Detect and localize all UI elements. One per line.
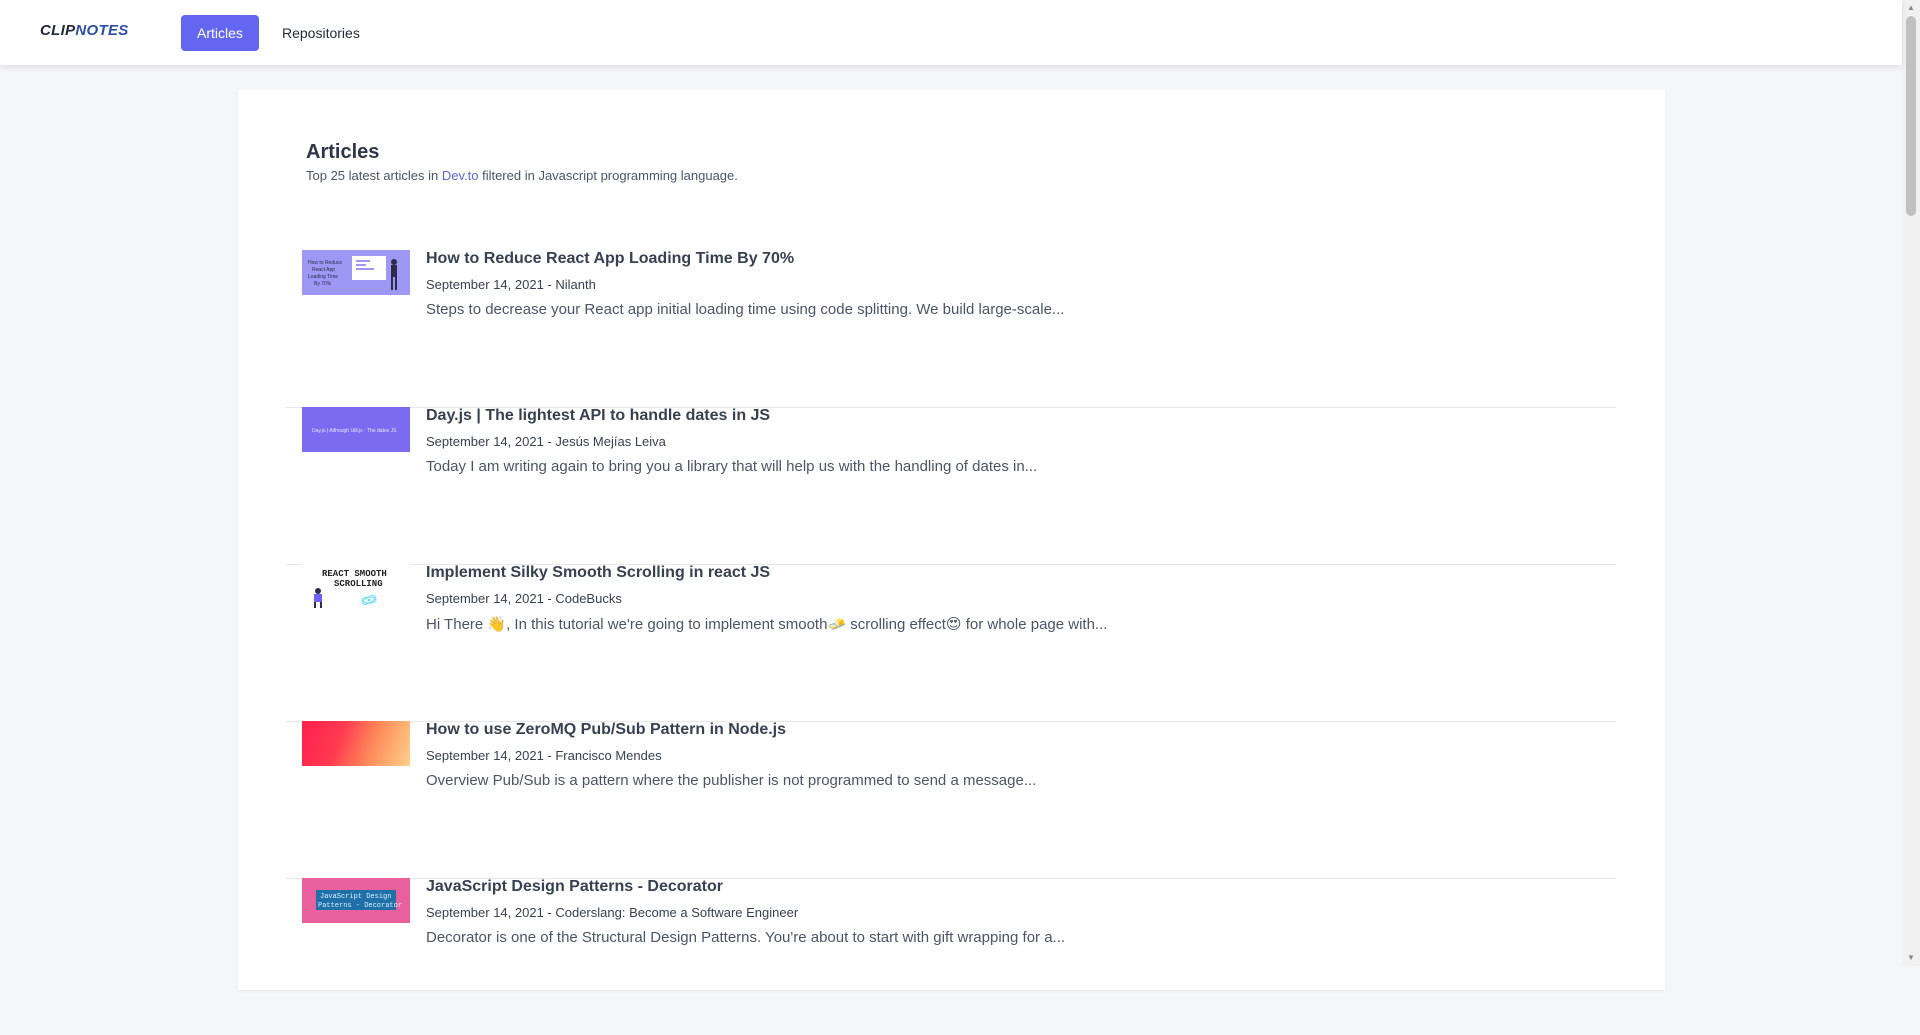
svg-text:Loading Time: Loading Time	[308, 274, 338, 280]
subtitle-text-pre: Top 25 latest articles in	[306, 168, 442, 183]
article-thumbnail[interactable]: JavaScript Design Patterns - Decorator	[302, 878, 410, 923]
scroll-down-icon[interactable]: ▼	[1902, 950, 1920, 966]
article-title[interactable]: Implement Silky Smooth Scrolling in reac…	[426, 564, 770, 582]
page-title: Articles	[306, 141, 380, 163]
top-navbar: CLIPNOTES Articles Repositories	[0, 0, 1902, 65]
article-meta: September 14, 2021 - Coderslang: Become …	[426, 905, 799, 920]
thumbnail-illustration: Day.js | Although Util.js · The dates JS	[302, 407, 410, 452]
svg-text:REACT SMOOTH: REACT SMOOTH	[322, 569, 387, 579]
article-title[interactable]: Day.js | The lightest API to handle date…	[426, 407, 770, 425]
scroll-up-icon[interactable]: ▲	[1902, 0, 1920, 16]
scrollbar-thumb[interactable]	[1906, 16, 1916, 216]
page-scrollbar[interactable]: ▲ ▼	[1902, 0, 1920, 966]
article-meta: September 14, 2021 - Francisco Mendes	[426, 748, 662, 763]
page-subtitle: Top 25 latest articles in Dev.to filtere…	[306, 168, 738, 183]
article-description: Decorator is one of the Structural Desig…	[426, 929, 1066, 946]
article-thumbnail[interactable]	[302, 721, 410, 766]
article-meta: September 14, 2021 - CodeBucks	[426, 591, 622, 606]
articles-card: Articles Top 25 latest articles in Dev.t…	[238, 90, 1665, 990]
svg-text:Patterns - Decorator: Patterns - Decorator	[318, 902, 402, 910]
article-description: Steps to decrease your React app initial…	[426, 301, 1065, 318]
thumbnail-illustration: JavaScript Design Patterns - Decorator	[302, 878, 410, 923]
brand-logo-part2: NOTES	[75, 22, 129, 39]
article-title[interactable]: JavaScript Design Patterns - Decorator	[426, 878, 723, 896]
svg-text:React App: React App	[312, 267, 335, 273]
nav-articles-button[interactable]: Articles	[181, 15, 259, 51]
brand-logo[interactable]: CLIPNOTES	[40, 22, 129, 39]
svg-text:How to Reduce: How to Reduce	[308, 260, 342, 266]
svg-text:By 70%: By 70%	[314, 281, 332, 287]
subtitle-text-post: filtered in Javascript programming langu…	[478, 168, 738, 183]
svg-text:Day.js | Although Util.js · Th: Day.js | Although Util.js · The dates JS	[312, 428, 397, 434]
article-item[interactable]: JavaScript Design Patterns - Decorator J…	[286, 878, 1616, 1035]
article-thumbnail[interactable]: REACT SMOOTH SCROLLING	[302, 564, 410, 609]
article-thumbnail[interactable]: Day.js | Although Util.js · The dates JS	[302, 407, 410, 452]
svg-text:JavaScript Design: JavaScript Design	[320, 893, 391, 901]
article-thumbnail[interactable]: How to Reduce React App Loading Time By …	[302, 250, 410, 295]
brand-logo-part1: CLIP	[40, 22, 76, 39]
devto-link[interactable]: Dev.to	[442, 168, 479, 183]
article-meta: September 14, 2021 - Jesús Mejías Leiva	[426, 434, 666, 449]
article-item[interactable]: How to use ZeroMQ Pub/Sub Pattern in Nod…	[286, 721, 1616, 879]
thumbnail-illustration: REACT SMOOTH SCROLLING	[302, 564, 410, 609]
article-meta: September 14, 2021 - Nilanth	[426, 277, 596, 292]
article-title[interactable]: How to Reduce React App Loading Time By …	[426, 250, 794, 268]
svg-text:SCROLLING: SCROLLING	[334, 579, 383, 589]
nav-repositories-link[interactable]: Repositories	[266, 15, 376, 51]
article-item[interactable]: How to Reduce React App Loading Time By …	[286, 250, 1616, 408]
article-item[interactable]: REACT SMOOTH SCROLLING Implement Silky S…	[286, 564, 1616, 722]
article-description: Today I am writing again to bring you a …	[426, 458, 1038, 475]
thumbnail-illustration: How to Reduce React App Loading Time By …	[302, 250, 410, 295]
article-description: Hi There 👋, In this tutorial we're going…	[426, 616, 1108, 633]
article-title[interactable]: How to use ZeroMQ Pub/Sub Pattern in Nod…	[426, 721, 786, 739]
article-item[interactable]: Day.js | Although Util.js · The dates JS…	[286, 407, 1616, 565]
article-description: Overview Pub/Sub is a pattern where the …	[426, 772, 1037, 789]
